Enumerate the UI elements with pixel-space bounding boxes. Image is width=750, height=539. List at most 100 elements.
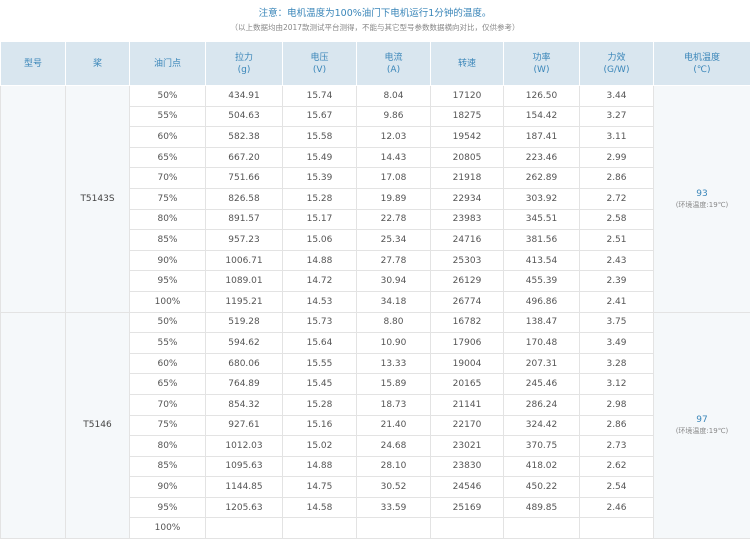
cell-current: 14.43 [357,147,431,168]
cell-rpm: 25303 [431,250,504,271]
cell-power: 496.86 [504,291,580,312]
cell-current: 10.90 [357,333,431,354]
model-cell [1,312,66,539]
cell-power: 126.50 [504,86,580,107]
cell-thrust: 504.63 [206,106,283,127]
cell-current: 12.03 [357,127,431,148]
model-cell [1,86,66,313]
cell-throttle: 55% [130,333,206,354]
cell-rpm: 23830 [431,456,504,477]
header-text: 功率 [504,52,579,64]
cell-thrust: 1095.63 [206,456,283,477]
disclaimer-note: （以上数据均由2017款测试平台测得，不能与其它型号参数数据横向对比，仅供参考） [0,22,750,34]
cell-efficiency: 3.44 [580,86,654,107]
cell-efficiency: 2.46 [580,497,654,518]
cell-current: 22.78 [357,209,431,230]
cell-rpm: 24546 [431,477,504,498]
cell-current: 34.18 [357,291,431,312]
cell-current [357,518,431,539]
column-header-motor-temp: 电机温度(℃) [654,42,750,86]
cell-rpm: 23021 [431,436,504,457]
cell-voltage: 15.28 [283,188,357,209]
cell-thrust: 957.23 [206,230,283,251]
cell-efficiency [580,518,654,539]
cell-throttle: 70% [130,168,206,189]
table-row: T5143S50%434.9115.748.0417120126.503.449… [1,86,750,107]
cell-power: 455.39 [504,271,580,292]
cell-thrust: 1205.63 [206,497,283,518]
cell-rpm: 24716 [431,230,504,251]
cell-current: 8.80 [357,312,431,333]
cell-current: 19.89 [357,188,431,209]
cell-efficiency: 2.86 [580,415,654,436]
motor-temp-value: 93 [654,188,750,200]
cell-rpm: 22170 [431,415,504,436]
header-text: 电流 [357,52,430,64]
column-header-efficiency: 力效(G/W) [580,42,654,86]
cell-power: 262.89 [504,168,580,189]
header-text: 电机温度 [654,52,750,64]
cell-thrust: 751.66 [206,168,283,189]
cell-efficiency: 2.41 [580,291,654,312]
cell-thrust: 891.57 [206,209,283,230]
cell-thrust: 826.58 [206,188,283,209]
cell-throttle: 85% [130,230,206,251]
cell-voltage: 15.17 [283,209,357,230]
cell-efficiency: 2.62 [580,456,654,477]
cell-current: 33.59 [357,497,431,518]
prop-name: T5143S [80,194,114,204]
header-text: (A) [357,64,430,76]
cell-efficiency: 3.12 [580,374,654,395]
cell-voltage: 15.58 [283,127,357,148]
cell-efficiency: 3.11 [580,127,654,148]
header-text: (W) [504,64,579,76]
motor-test-table: 型号桨油门点拉力(g)电压(V)电流(A)转速功率(W)力效(G/W)电机温度(… [0,41,750,539]
table-body: T5143S50%434.9115.748.0417120126.503.449… [1,86,750,539]
cell-rpm: 16782 [431,312,504,333]
cell-rpm [431,518,504,539]
column-header-prop: 桨 [66,42,130,86]
cell-voltage: 15.49 [283,147,357,168]
cell-voltage: 14.53 [283,291,357,312]
cell-rpm: 26129 [431,271,504,292]
cell-voltage: 15.64 [283,333,357,354]
cell-voltage: 14.58 [283,497,357,518]
cell-voltage: 15.28 [283,394,357,415]
cell-efficiency: 3.75 [580,312,654,333]
header-text: 拉力 [206,52,282,64]
cell-power: 138.47 [504,312,580,333]
cell-efficiency: 2.99 [580,147,654,168]
prop-name: T5146 [83,420,111,430]
cell-power: 245.46 [504,374,580,395]
cell-voltage: 15.73 [283,312,357,333]
cell-power: 418.02 [504,456,580,477]
cell-efficiency: 3.27 [580,106,654,127]
cell-current: 21.40 [357,415,431,436]
cell-voltage: 14.88 [283,456,357,477]
cell-rpm: 18275 [431,106,504,127]
cell-power: 413.54 [504,250,580,271]
column-header-voltage: 电压(V) [283,42,357,86]
cell-efficiency: 3.49 [580,333,654,354]
cell-throttle: 60% [130,353,206,374]
cell-thrust: 1089.01 [206,271,283,292]
cell-throttle: 60% [130,127,206,148]
cell-throttle: 100% [130,291,206,312]
column-header-throttle: 油门点 [130,42,206,86]
cell-power: 154.42 [504,106,580,127]
header-text: 型号 [1,58,65,70]
cell-rpm: 20165 [431,374,504,395]
cell-current: 18.73 [357,394,431,415]
cell-rpm: 26774 [431,291,504,312]
cell-voltage [283,518,357,539]
cell-voltage: 15.02 [283,436,357,457]
cell-throttle: 55% [130,106,206,127]
cell-current: 30.52 [357,477,431,498]
cell-efficiency: 2.43 [580,250,654,271]
cell-voltage: 15.06 [283,230,357,251]
cell-rpm: 22934 [431,188,504,209]
header-text: (G/W) [580,64,653,76]
cell-voltage: 14.72 [283,271,357,292]
cell-efficiency: 2.98 [580,394,654,415]
cell-efficiency: 2.39 [580,271,654,292]
